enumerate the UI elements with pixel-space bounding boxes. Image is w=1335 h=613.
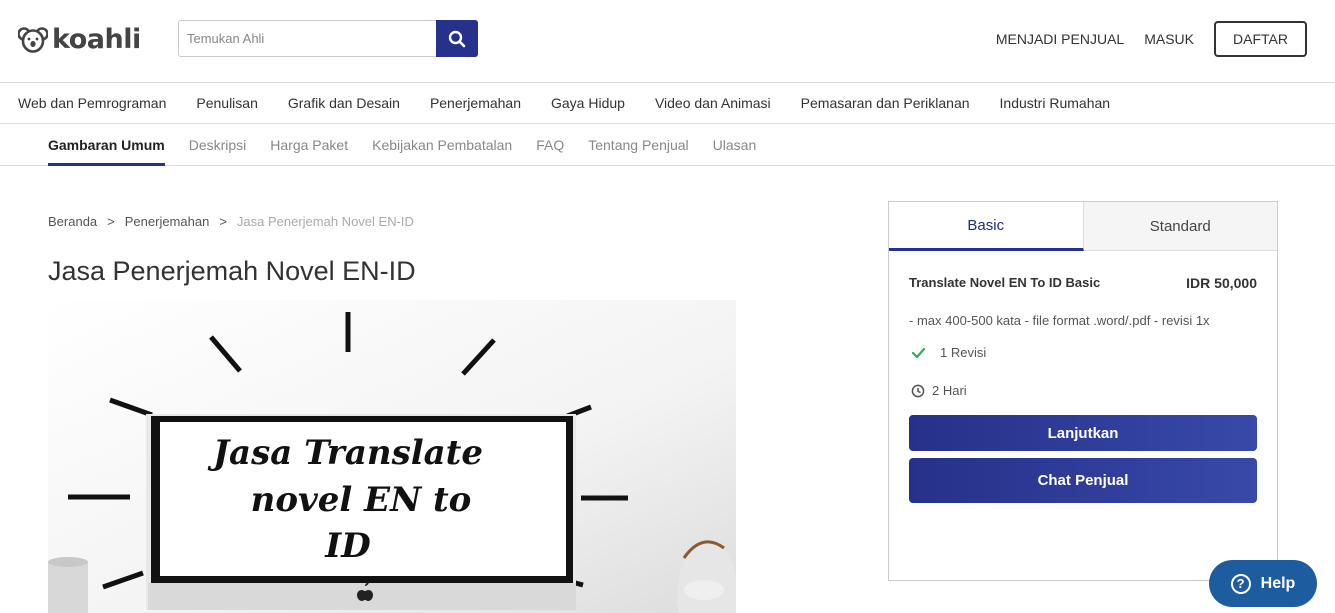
question-icon: ?: [1230, 573, 1251, 594]
delivery-feature: 2 Hari: [909, 383, 1257, 398]
tab-faq[interactable]: FAQ: [536, 124, 564, 166]
monitor-illustration: Jasa Translate novel EN to ID: [48, 300, 736, 613]
site-header: koahli MENJADI PENJUAL MASUK DAFTAR: [0, 0, 1335, 83]
package-price: IDR 50,000: [1186, 275, 1257, 291]
tab-standard[interactable]: Standard: [1083, 202, 1277, 251]
search-input[interactable]: [179, 21, 436, 56]
tab-description[interactable]: Deskripsi: [189, 124, 247, 166]
become-seller-link[interactable]: MENJADI PENJUAL: [996, 31, 1124, 47]
package-description: - max 400-500 kata - file format .word/.…: [909, 313, 1210, 328]
page-title: Jasa Penerjemah Novel EN-ID: [48, 256, 416, 286]
category-nav: Web dan Pemrograman Penulisan Grafik dan…: [0, 83, 1335, 124]
category-marketing[interactable]: Pemasaran dan Periklanan: [801, 95, 970, 111]
category-home-industry[interactable]: Industri Rumahan: [1000, 95, 1111, 111]
category-translation[interactable]: Penerjemahan: [430, 95, 521, 111]
category-video[interactable]: Video dan Animasi: [655, 95, 771, 111]
search-icon: [448, 30, 466, 47]
logo[interactable]: koahli: [18, 24, 141, 55]
tab-cancellation[interactable]: Kebijakan Pembatalan: [372, 124, 512, 166]
login-link[interactable]: MASUK: [1144, 31, 1194, 47]
koala-icon: [18, 26, 48, 53]
delivery-text: 2 Hari: [932, 383, 967, 398]
revisions-text: 1 Revisi: [940, 345, 987, 360]
tab-basic[interactable]: Basic: [889, 202, 1084, 251]
chat-seller-button[interactable]: Chat Penjual: [909, 458, 1257, 503]
clock-icon: [911, 384, 925, 397]
continue-button[interactable]: Lanjutkan: [909, 415, 1257, 451]
tab-overview[interactable]: Gambaran Umum: [48, 124, 165, 166]
breadcrumb-separator: >: [219, 214, 227, 229]
section-tabs: Gambaran Umum Deskripsi Harga Paket Kebi…: [0, 124, 1335, 166]
category-graphics[interactable]: Grafik dan Desain: [288, 95, 400, 111]
category-web[interactable]: Web dan Pemrograman: [18, 95, 166, 111]
breadcrumb-home[interactable]: Beranda: [48, 214, 97, 229]
category-lifestyle[interactable]: Gaya Hidup: [551, 95, 625, 111]
package-card: Basic Standard Translate Novel EN To ID …: [888, 201, 1278, 581]
category-writing[interactable]: Penulisan: [196, 95, 258, 111]
package-name: Translate Novel EN To ID Basic: [909, 275, 1101, 290]
tab-pricing[interactable]: Harga Paket: [270, 124, 348, 166]
brand-name: koahli: [52, 24, 141, 55]
tab-about-seller[interactable]: Tentang Penjual: [588, 124, 688, 166]
help-label: Help: [1260, 574, 1296, 592]
hero-text-line1: Jasa Translate: [207, 433, 483, 473]
register-button[interactable]: DAFTAR: [1214, 21, 1307, 57]
search-bar: [178, 20, 478, 57]
package-tabs: Basic Standard: [889, 202, 1277, 251]
breadcrumb-separator: >: [107, 214, 115, 229]
service-image: Jasa Translate novel EN to ID: [48, 300, 736, 613]
help-button[interactable]: ? Help: [1209, 560, 1317, 607]
revisions-feature: 1 Revisi: [909, 345, 1257, 360]
hero-text-line2: novel EN to: [251, 480, 472, 520]
breadcrumb-current: Jasa Penerjemah Novel EN-ID: [236, 214, 414, 229]
tab-reviews[interactable]: Ulasan: [713, 124, 757, 166]
breadcrumb: Beranda > Penerjemahan > Jasa Penerjemah…: [48, 214, 414, 229]
check-icon: [911, 347, 926, 358]
hero-text-line3: ID: [324, 526, 371, 566]
breadcrumb-category[interactable]: Penerjemahan: [125, 214, 210, 229]
header-nav: MENJADI PENJUAL MASUK DAFTAR: [996, 21, 1307, 57]
search-button[interactable]: [436, 20, 478, 57]
